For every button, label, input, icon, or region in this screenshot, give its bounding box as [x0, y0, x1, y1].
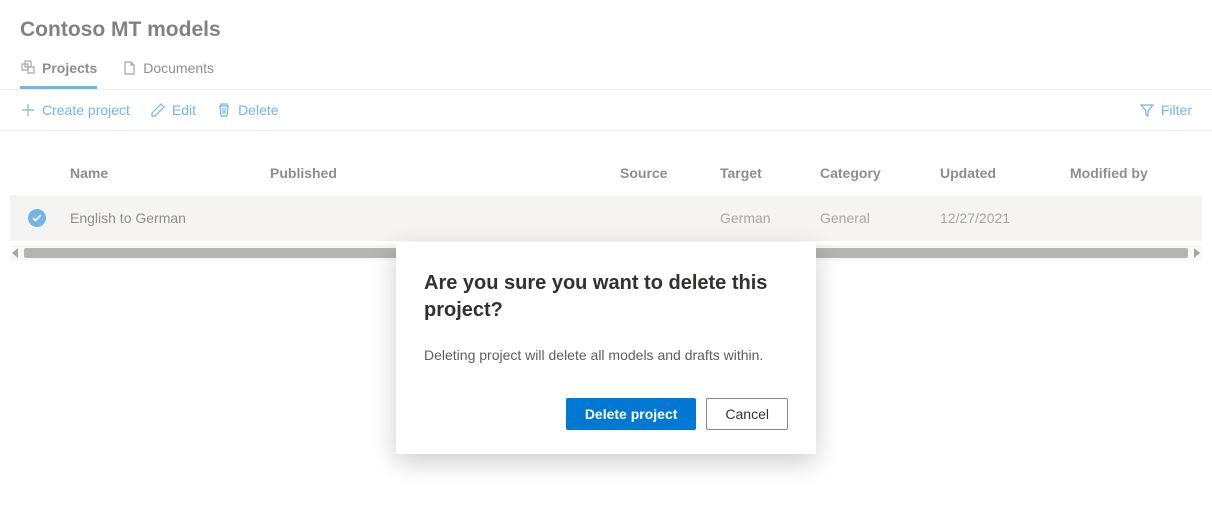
dialog-title: Are you sure you want to delete this pro… — [424, 270, 788, 324]
dialog-body: Deleting project will delete all models … — [424, 346, 788, 366]
confirm-delete-dialog: Are you sure you want to delete this pro… — [396, 242, 816, 454]
dialog-actions: Delete project Cancel — [424, 398, 788, 430]
modal-overlay: Are you sure you want to delete this pro… — [0, 0, 1212, 525]
delete-project-confirm-button[interactable]: Delete project — [566, 398, 697, 430]
cancel-button[interactable]: Cancel — [706, 398, 788, 430]
